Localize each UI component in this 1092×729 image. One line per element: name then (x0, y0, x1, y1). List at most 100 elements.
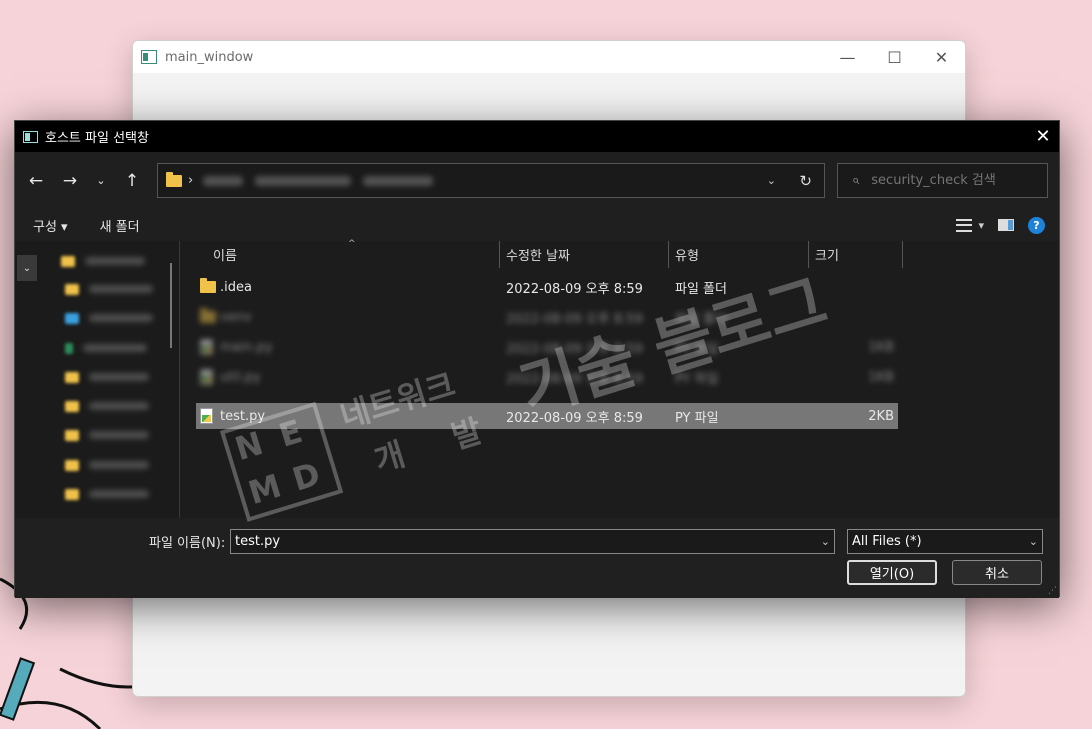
new-folder-button[interactable]: 새 폴더 (100, 216, 140, 235)
file-size: 2KB (868, 408, 894, 424)
help-icon[interactable]: ? (1028, 216, 1045, 234)
file-row[interactable]: main.py 2022-08-09 오후 8:59 PY 파일 1KB (196, 334, 898, 360)
file-name-cell: main.py (200, 334, 273, 360)
sidebar-item-redacted (89, 431, 149, 439)
dialog-close-icon[interactable]: ✕ (1027, 121, 1059, 152)
breadcrumb-redacted[interactable] (363, 175, 434, 186)
pc-icon (65, 342, 73, 354)
organize-menu-button[interactable]: 구성 ▾ (33, 216, 68, 235)
view-list-icon[interactable] (956, 218, 973, 232)
file-list: ^ 이름 수정한 날짜 유형 크기 .idea 2022-08-09 오후 8:5… (180, 239, 1059, 518)
file-size: 1KB (868, 369, 894, 385)
folder-icon (166, 171, 182, 187)
file-type: PY 파일 (675, 341, 719, 357)
column-divider[interactable] (902, 241, 903, 268)
file-date: 2022-08-09 오후 8:59 (506, 371, 643, 387)
folder-icon (65, 283, 79, 295)
sidebar-item[interactable] (65, 340, 147, 356)
sidebar-item[interactable] (65, 486, 149, 502)
search-box[interactable]: ⌕ (837, 163, 1048, 198)
column-divider[interactable] (499, 241, 500, 268)
main-window-title: main_window (165, 49, 254, 65)
sidebar-item-redacted (89, 490, 149, 498)
preview-pane-icon[interactable] (998, 219, 1014, 231)
file-name: test.py (220, 408, 266, 424)
breadcrumb-redacted[interactable] (255, 175, 352, 186)
file-date: 2022-08-09 오후 8:59 (506, 410, 643, 426)
command-toolbar: 구성 ▾ 새 폴더 ▾ ? (15, 209, 1059, 241)
file-type: PY 파일 (675, 410, 719, 426)
search-input[interactable] (871, 173, 1022, 188)
file-name-cell: test.py (200, 403, 265, 429)
folder-icon (65, 429, 79, 441)
dialog-app-icon (23, 130, 38, 143)
filename-label: 파일 이름(N): (149, 535, 226, 551)
window-controls: — ☐ ✕ (824, 41, 965, 73)
breadcrumb-redacted[interactable] (203, 175, 244, 186)
file-date: 2022-08-09 오후 8:59 (506, 281, 643, 297)
sidebar-item[interactable] (65, 398, 149, 414)
sidebar-item[interactable] (61, 253, 145, 269)
up-arrow-icon[interactable]: ↑ (115, 164, 149, 198)
sidebar-item[interactable] (65, 427, 149, 443)
file-type: PY 파일 (675, 371, 719, 387)
folder-icon (61, 255, 75, 267)
filetype-dropdown-icon[interactable]: ⌄ (1029, 535, 1038, 548)
file-date: 2022-08-09 오후 8:59 (506, 311, 643, 327)
cancel-button[interactable]: 취소 (952, 560, 1042, 585)
column-size[interactable]: 크기 (815, 241, 839, 268)
view-dropdown-icon[interactable]: ▾ (978, 219, 984, 232)
close-icon[interactable]: ✕ (918, 41, 965, 73)
dialog-body: ⌄ ^ 이름 수정한 날짜 유형 크기 .idea 2022-08-09 오후 … (15, 239, 1059, 518)
file-date: 2022-08-09 오후 8:59 (506, 341, 643, 357)
column-divider[interactable] (668, 241, 669, 268)
file-type: 파일 폴더 (675, 311, 727, 327)
file-row[interactable]: .idea 2022-08-09 오후 8:59 파일 폴더 (196, 274, 898, 300)
dialog-titlebar: 호스트 파일 선택창 ✕ (15, 121, 1059, 152)
sidebar-item-redacted (83, 344, 147, 352)
file-name: .idea (220, 279, 252, 295)
sidebar-item[interactable] (65, 310, 153, 326)
file-row[interactable]: util.py 2022-08-09 오후 8:59 PY 파일 1KB (196, 364, 898, 390)
file-row[interactable]: test.py 2022-08-09 오후 8:59 PY 파일 2KB (196, 403, 898, 429)
address-bar[interactable]: › ⌄ ↻ (157, 163, 825, 198)
filename-input[interactable]: test.py ⌄ (230, 529, 835, 554)
column-date[interactable]: 수정한 날짜 (506, 241, 570, 268)
recent-locations-chevron-icon[interactable]: ⌄ (87, 164, 115, 198)
sidebar-item[interactable] (65, 369, 149, 385)
search-icon: ⌕ (852, 173, 860, 188)
forward-arrow-icon[interactable]: → (53, 164, 87, 198)
expand-chevron-icon[interactable]: ⌄ (17, 255, 37, 281)
sidebar-scrollbar[interactable] (170, 263, 172, 348)
column-header: ^ 이름 수정한 날짜 유형 크기 (180, 239, 1059, 268)
column-divider[interactable] (808, 241, 809, 268)
python-file-icon (200, 339, 213, 355)
file-name: util.py (220, 369, 261, 385)
resize-grip-icon[interactable]: ⋰ (1048, 586, 1057, 596)
sidebar-item[interactable] (65, 281, 153, 297)
navigation-pane: ⌄ (15, 241, 180, 518)
filename-value[interactable]: test.py (235, 534, 280, 549)
column-type[interactable]: 유형 (675, 241, 699, 268)
toolbar-right-group: ▾ ? (956, 209, 1045, 241)
sidebar-item-redacted (89, 314, 153, 322)
filename-dropdown-icon[interactable]: ⌄ (821, 535, 830, 548)
sidebar-item-redacted (89, 373, 149, 381)
file-name-cell: .idea (200, 274, 252, 300)
minimize-icon[interactable]: — (824, 41, 871, 73)
column-name[interactable]: 이름 (213, 241, 237, 268)
dialog-title: 호스트 파일 선택창 (45, 131, 149, 146)
breadcrumb-separator: › (188, 173, 194, 188)
refresh-icon[interactable]: ↻ (799, 164, 812, 197)
file-row[interactable]: venv 2022-08-09 오후 8:59 파일 폴더 (196, 304, 898, 330)
file-type: 파일 폴더 (675, 281, 727, 297)
file-name: venv (220, 309, 252, 325)
python-file-icon (200, 408, 213, 424)
file-name-cell: venv (200, 304, 252, 330)
sidebar-item[interactable] (65, 457, 149, 473)
maximize-icon[interactable]: ☐ (871, 41, 918, 73)
open-button[interactable]: 열기(O) (847, 560, 937, 585)
address-dropdown-icon[interactable]: ⌄ (767, 164, 776, 197)
filetype-select[interactable]: All Files (*) ⌄ (847, 529, 1043, 554)
back-arrow-icon[interactable]: ← (19, 164, 53, 198)
